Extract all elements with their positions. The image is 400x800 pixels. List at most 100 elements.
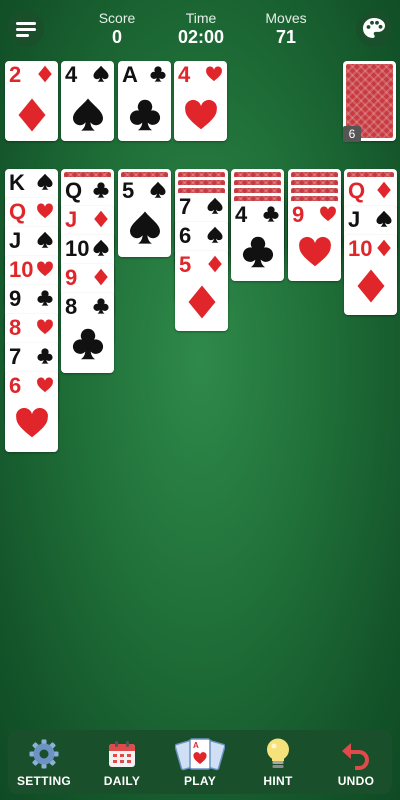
spade-icon — [93, 239, 109, 256]
card-rank: 10 — [65, 236, 90, 261]
foundation-pile-1[interactable]: 2 — [5, 61, 58, 141]
palette-icon — [363, 18, 385, 38]
setting-button[interactable]: SETTING — [9, 736, 79, 788]
daily-button[interactable]: DAILY — [87, 736, 157, 788]
card-rank: 10 — [348, 236, 373, 261]
card-rank: 4 — [178, 62, 191, 87]
diamond-icon — [377, 181, 391, 199]
heart-icon — [320, 206, 336, 222]
card-rank: 6 — [9, 373, 22, 398]
card-rank: 9 — [292, 202, 305, 227]
diamond-icon — [94, 268, 108, 286]
diamond-icon — [94, 210, 108, 228]
undo-label: UNDO — [337, 774, 375, 788]
foundation-pile-2[interactable]: 4 — [61, 61, 114, 141]
diamond-icon — [188, 285, 215, 319]
diamond-icon — [38, 65, 52, 83]
score-label: Score — [98, 10, 136, 26]
daily-label: DAILY — [103, 774, 141, 788]
svg-text:A: A — [193, 741, 199, 750]
heart-icon — [206, 66, 222, 82]
diamond-icon — [18, 98, 45, 132]
spade-icon — [150, 181, 166, 198]
play-label: PLAY — [183, 774, 217, 788]
card-4-of-clubs[interactable]: 4 — [231, 201, 284, 281]
club-icon — [37, 290, 53, 306]
time-label: Time — [185, 10, 217, 26]
card-rank: 8 — [9, 315, 22, 340]
spade-icon — [37, 231, 53, 248]
spade-icon — [93, 65, 109, 82]
heart-icon — [37, 203, 53, 219]
card-10-of-diamonds[interactable]: 10 — [344, 235, 397, 315]
card-5-of-spades[interactable]: 5 — [118, 177, 171, 257]
hint-label: HINT — [263, 774, 293, 788]
cards-icon: A — [175, 738, 225, 771]
card-rank: K — [9, 170, 25, 195]
card-rank: 4 — [65, 62, 78, 87]
card-rank: 4 — [235, 202, 248, 227]
moves-label: Moves — [265, 10, 307, 26]
spade-icon — [129, 211, 160, 244]
card-rank: 7 — [179, 194, 192, 219]
spade-icon — [37, 173, 53, 190]
card-rank: 6 — [179, 223, 192, 248]
moves-stat: Moves 71 — [246, 10, 326, 48]
club-icon — [72, 328, 103, 360]
score-stat: Score 0 — [77, 10, 157, 48]
card-rank: J — [9, 228, 22, 253]
card-5-of-diamonds[interactable]: 5 — [175, 251, 228, 331]
diamond-icon — [357, 269, 384, 303]
foundation-pile-4[interactable]: 4 — [174, 61, 227, 141]
heart-icon — [298, 236, 331, 267]
card-6-of-hearts[interactable]: 6 — [5, 372, 58, 452]
diamond-icon — [377, 239, 391, 257]
time-value: 02:00 — [177, 27, 225, 47]
spade-icon — [72, 98, 103, 131]
menu-icon — [16, 22, 36, 37]
club-icon — [37, 348, 53, 364]
heart-icon — [37, 319, 53, 335]
card-rank: A — [122, 62, 138, 87]
card-rank: Q — [348, 178, 366, 203]
menu-button[interactable] — [8, 11, 44, 47]
diamond-icon — [208, 255, 222, 273]
card-rank: 2 — [9, 62, 22, 87]
score-value: 0 — [111, 27, 122, 47]
time-stat: Time 02:00 — [161, 10, 241, 48]
card-rank: J — [348, 207, 361, 232]
card-rank: 5 — [122, 178, 135, 203]
spade-icon — [207, 197, 223, 214]
heart-icon — [37, 261, 53, 277]
play-button[interactable]: A PLAY — [165, 736, 235, 788]
moves-value: 71 — [275, 27, 297, 47]
club-icon — [93, 182, 109, 198]
card-rank: 9 — [65, 265, 78, 290]
heart-icon — [37, 377, 53, 393]
theme-button[interactable] — [356, 11, 392, 47]
hint-button[interactable]: HINT — [243, 736, 313, 788]
heart-icon — [15, 407, 48, 438]
club-icon — [129, 99, 160, 131]
bottom-toolbar: SETTING DAILY A PLAY HINT UNDO — [8, 730, 392, 794]
card-9-of-hearts[interactable]: 9 — [288, 201, 341, 281]
club-icon — [263, 206, 279, 222]
setting-label: SETTING — [16, 774, 72, 788]
card-rank: 10 — [9, 257, 34, 282]
undo-button[interactable]: UNDO — [321, 736, 391, 788]
undo-arrow-icon — [342, 743, 369, 770]
club-icon — [150, 66, 166, 82]
card-rank: 8 — [65, 294, 78, 319]
stock-count-badge: 6 — [343, 126, 361, 142]
gear-icon — [29, 739, 59, 769]
card-rank: Q — [65, 178, 83, 203]
foundation-pile-3[interactable]: A — [118, 61, 171, 141]
card-8-of-clubs[interactable]: 8 — [61, 293, 114, 373]
card-rank: Q — [9, 199, 27, 224]
lightbulb-icon — [267, 738, 289, 768]
card-rank: 5 — [179, 252, 192, 277]
card-rank: 7 — [9, 344, 22, 369]
club-icon — [93, 298, 109, 314]
card-rank: J — [65, 207, 78, 232]
card-rank: 9 — [9, 286, 22, 311]
